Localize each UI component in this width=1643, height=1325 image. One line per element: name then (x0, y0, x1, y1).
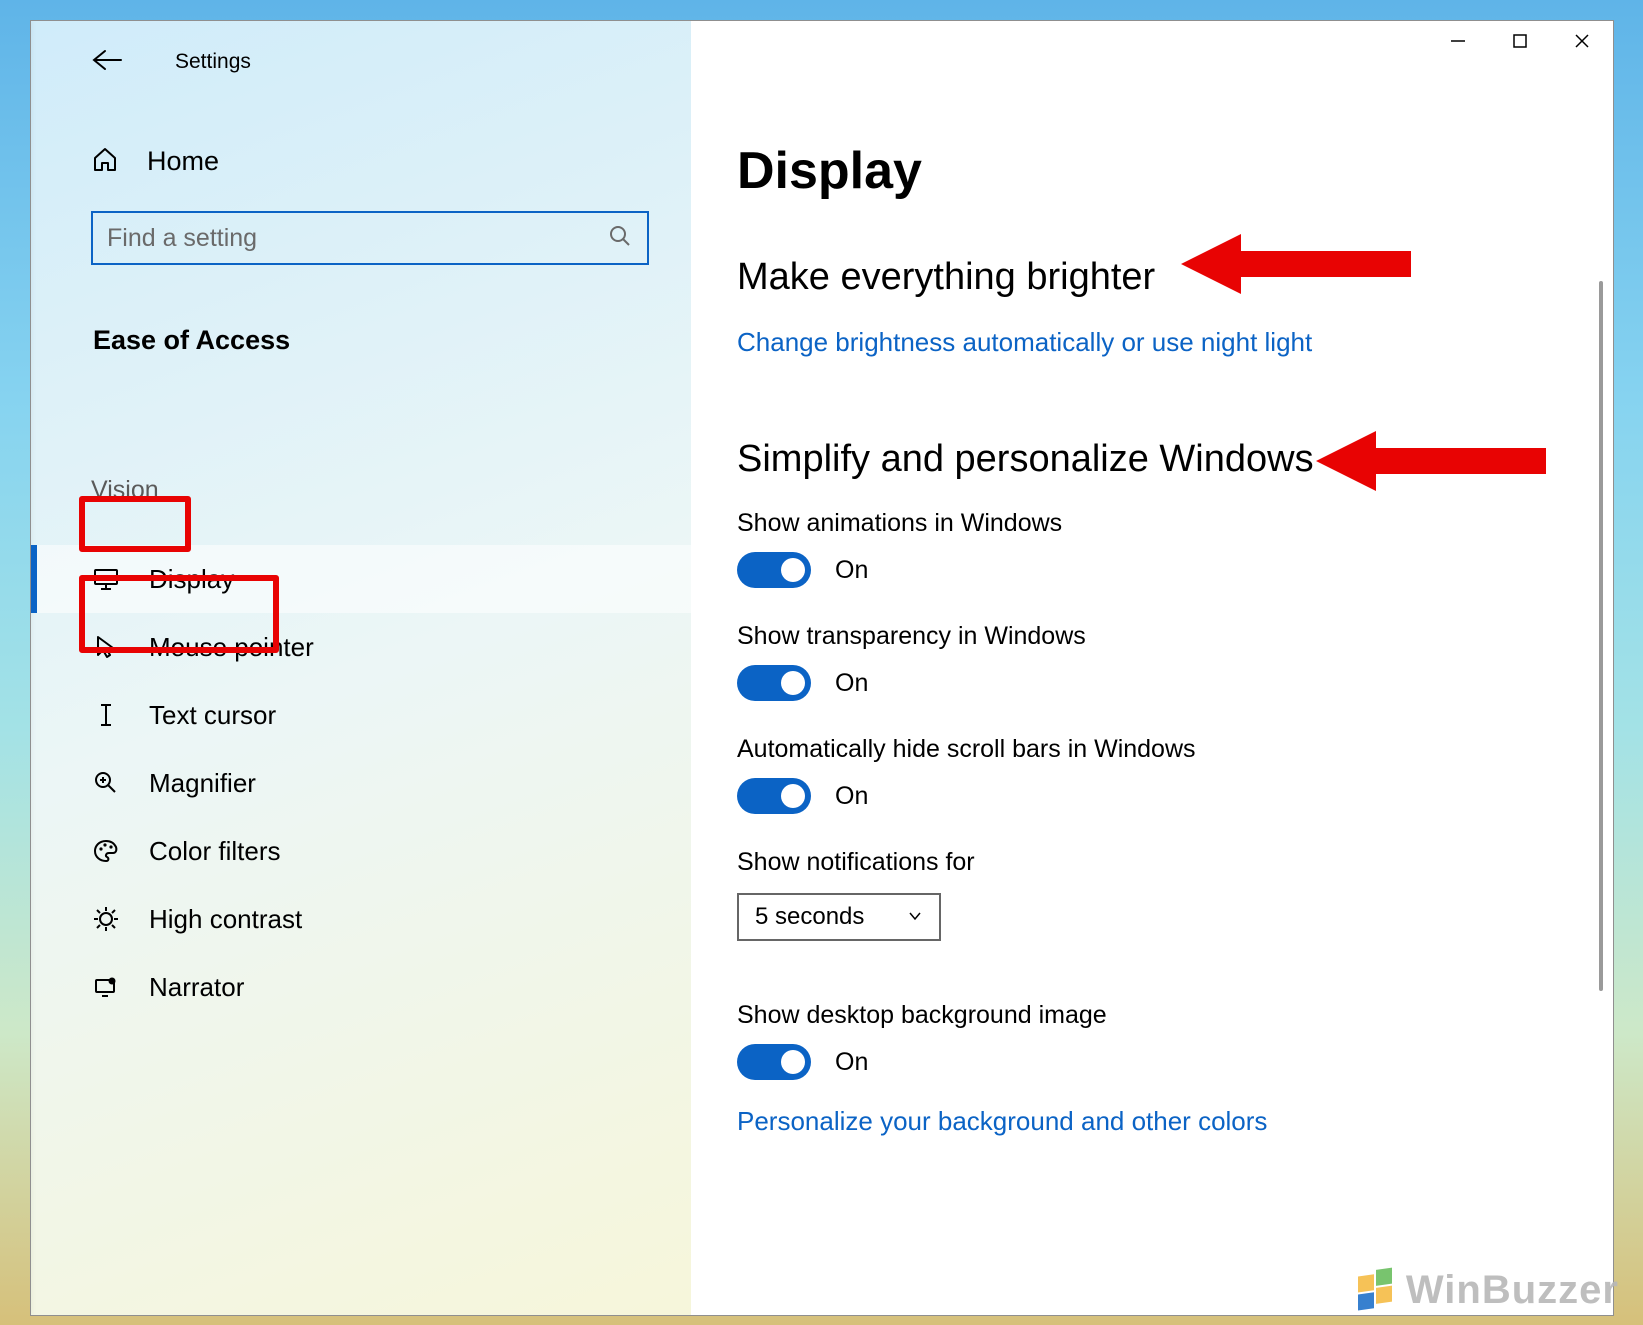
chevron-down-icon (907, 903, 923, 931)
palette-icon (91, 836, 121, 866)
opt-notifications-label: Show notifications for (737, 848, 1613, 877)
section-heading: Ease of Access (93, 325, 691, 356)
sidebar-item-magnifier[interactable]: Magnifier (31, 749, 691, 817)
brightness-link[interactable]: Change brightness automatically or use n… (737, 327, 1312, 358)
sidebar-item-label: High contrast (149, 904, 302, 935)
opt-scrollbars-state: On (835, 782, 868, 811)
opt-transparency-toggle[interactable] (737, 665, 811, 701)
annotation-arrow (1181, 229, 1411, 299)
sidebar: Settings Home Ease of Access Vision Disp… (31, 21, 691, 1315)
watermark: WinBuzzer (1354, 1267, 1619, 1313)
settings-window: Settings Home Ease of Access Vision Disp… (30, 20, 1614, 1316)
sidebar-item-label: Text cursor (149, 700, 276, 731)
opt-bgimage-toggle[interactable] (737, 1044, 811, 1080)
watermark-text: WinBuzzer (1406, 1268, 1619, 1313)
opt-bgimage-state: On (835, 1048, 868, 1077)
personalize-link[interactable]: Personalize your background and other co… (737, 1106, 1267, 1137)
annotation-arrow (1316, 426, 1546, 496)
magnifier-icon (91, 768, 121, 798)
close-button[interactable] (1551, 21, 1613, 61)
text-cursor-icon (91, 700, 121, 730)
window-title: Settings (175, 50, 251, 74)
search-input[interactable] (91, 211, 649, 265)
opt-scrollbars-toggle[interactable] (737, 778, 811, 814)
home-icon (91, 145, 119, 177)
section-brighter-heading: Make everything brighter (737, 256, 1613, 299)
opt-bgimage-label: Show desktop background image (737, 1001, 1613, 1030)
sidebar-item-high-contrast[interactable]: High contrast (31, 885, 691, 953)
home-button[interactable]: Home (31, 75, 691, 177)
scrollbar[interactable] (1599, 281, 1603, 991)
opt-transparency-state: On (835, 669, 868, 698)
annotation-highlight (79, 575, 279, 653)
page-title: Display (737, 141, 1613, 201)
content-pane: Display Make everything brighter Change … (691, 21, 1613, 1315)
window-controls (1427, 21, 1613, 61)
opt-animations-state: On (835, 556, 868, 585)
sidebar-item-text-cursor[interactable]: Text cursor (31, 681, 691, 749)
annotation-highlight (79, 496, 191, 552)
sidebar-item-label: Magnifier (149, 768, 256, 799)
opt-animations-toggle[interactable] (737, 552, 811, 588)
sidebar-item-label: Narrator (149, 972, 244, 1003)
maximize-button[interactable] (1489, 21, 1551, 61)
contrast-icon (91, 904, 121, 934)
opt-animations-label: Show animations in Windows (737, 509, 1613, 538)
sidebar-item-color-filters[interactable]: Color filters (31, 817, 691, 885)
sidebar-item-label: Color filters (149, 836, 280, 867)
minimize-button[interactable] (1427, 21, 1489, 61)
opt-notifications-value: 5 seconds (755, 903, 864, 931)
search-icon[interactable] (609, 225, 631, 253)
opt-transparency-label: Show transparency in Windows (737, 622, 1613, 651)
sidebar-item-narrator[interactable]: Narrator (31, 953, 691, 1021)
home-label: Home (147, 146, 219, 177)
search-field[interactable] (91, 211, 649, 265)
opt-scrollbars-label: Automatically hide scroll bars in Window… (737, 735, 1613, 764)
narrator-icon (91, 972, 121, 1002)
back-icon[interactable] (91, 49, 123, 75)
opt-notifications-dropdown[interactable]: 5 seconds (737, 893, 941, 941)
